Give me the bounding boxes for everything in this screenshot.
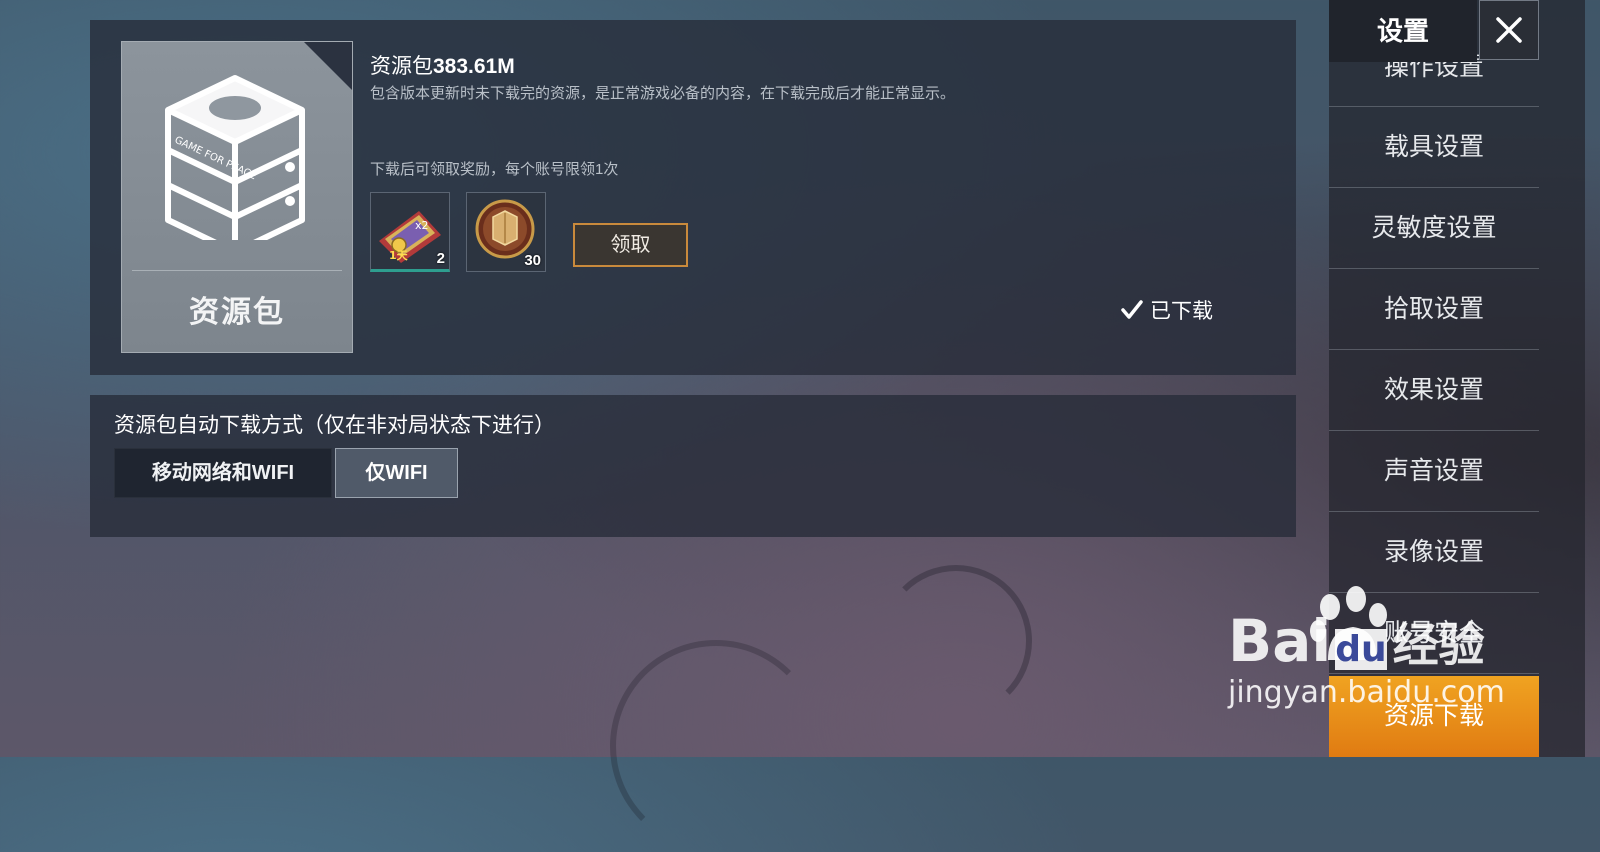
option-mobile-and-wifi[interactable]: 移动网络和WIFI	[114, 448, 332, 498]
resource-size: 383.61M	[433, 55, 515, 78]
background-decoration	[880, 565, 1032, 717]
auto-download-label: 资源包自动下载方式（仅在非对局状态下进行）	[114, 414, 555, 437]
close-icon	[1496, 17, 1522, 43]
resource-pack-title: 资源包383.61M	[370, 50, 515, 80]
reward-count: 30	[524, 252, 541, 269]
sidebar-item-sensitivity[interactable]: 灵敏度设置	[1329, 188, 1539, 269]
sidebar-item-pickup[interactable]: 拾取设置	[1329, 269, 1539, 350]
option-wifi-only[interactable]: 仅WIFI	[335, 448, 458, 498]
card-corner-decoration	[304, 42, 352, 90]
auto-download-panel: 资源包自动下载方式（仅在非对局状态下进行） 移动网络和WIFI 仅WIFI	[90, 395, 1296, 537]
resource-box-icon: GAME FOR PEACE	[165, 75, 305, 240]
baidu-watermark: Bai du 经验 jingyan.baidu.com	[1228, 585, 1528, 725]
watermark-brand-bai: Bai	[1228, 607, 1332, 675]
reward-item-armor-medal[interactable]: 30	[466, 192, 546, 272]
resource-pack-card: GAME FOR PEACE 资源包	[121, 41, 353, 353]
checkmark-icon	[1121, 300, 1143, 319]
sidebar-item-recording[interactable]: 录像设置	[1329, 512, 1539, 593]
reward-duration-badge: 1天	[389, 249, 409, 262]
watermark-url: jingyan.baidu.com	[1228, 675, 1505, 710]
settings-title: 设置	[1329, 0, 1477, 62]
sidebar-item-vehicle[interactable]: 载具设置	[1329, 107, 1539, 188]
download-status: 已下载	[1120, 295, 1213, 325]
sidebar-item-effects[interactable]: 效果设置	[1329, 350, 1539, 431]
reward-note: 下载后可领取奖励，每个账号限领1次	[370, 161, 619, 178]
resource-description: 包含版本更新时未下载完的资源，是正常游戏必备的内容，在下载完成后才能正常显示。	[370, 85, 956, 102]
background-decoration	[610, 640, 822, 852]
watermark-brand-du: du	[1335, 629, 1387, 670]
sidebar-item-sound[interactable]: 声音设置	[1329, 431, 1539, 512]
resource-pack-panel: GAME FOR PEACE 资源包 资源包383.61M 包含版本更新时未下载…	[90, 20, 1296, 375]
download-status-text: 已下载	[1150, 300, 1213, 323]
resource-title-prefix: 资源包	[370, 55, 433, 78]
reward-item-exp-card[interactable]: x2 1天 2	[370, 192, 450, 272]
reward-multiplier: x2	[415, 219, 429, 232]
resource-pack-card-label: 资源包	[189, 296, 285, 329]
close-button[interactable]	[1479, 0, 1539, 60]
watermark-cn: 经验	[1392, 618, 1485, 672]
claim-button[interactable]: 领取	[573, 223, 688, 267]
card-divider	[132, 270, 342, 271]
reward-count: 2	[436, 250, 445, 267]
watermark-brand: Bai du 经验	[1228, 607, 1485, 675]
